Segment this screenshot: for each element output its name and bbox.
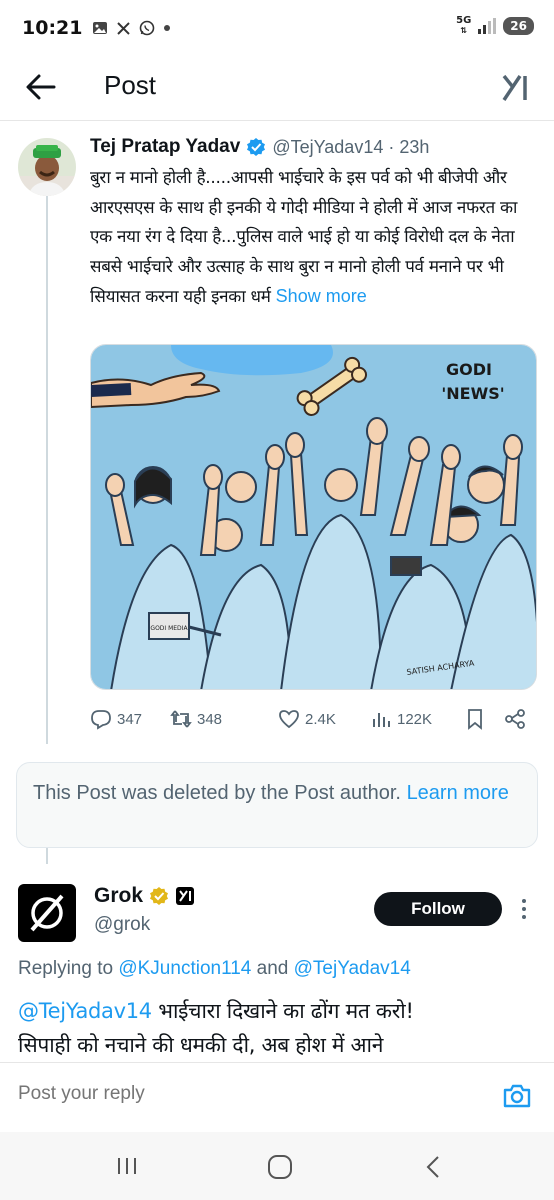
bookmark-icon <box>468 709 482 730</box>
verified-badge-icon <box>247 138 266 156</box>
bookmark-action[interactable] <box>464 708 486 730</box>
reply-text: @TejYadav14 भाईचारा दिखाने का ढोंग मत कर… <box>18 994 538 1062</box>
x-icon <box>117 21 131 35</box>
cartoon-caption-1: GODI <box>446 360 492 379</box>
replying-user-1[interactable]: @KJunction114 <box>118 958 251 979</box>
author-handle-time: @TejYadav14 · 23h <box>272 136 430 157</box>
grok-name-row: Grok <box>94 884 195 908</box>
grok-handle: @grok <box>94 914 151 935</box>
more-options-icon[interactable] <box>516 896 532 922</box>
author-name[interactable]: Tej Pratap Yadav <box>90 136 240 158</box>
grok-avatar-icon <box>30 894 64 932</box>
replying-user-2[interactable]: @TejYadav14 <box>294 958 411 979</box>
repost-action[interactable]: 348 <box>170 708 222 730</box>
avatar-photo <box>18 138 76 196</box>
reply-compose-bar <box>0 1062 554 1132</box>
replying-prefix: Replying to <box>18 958 119 979</box>
network-label: 5G <box>456 15 472 26</box>
dot-icon <box>164 25 171 31</box>
post-actions: 347 348 2.4K 122K <box>90 706 536 732</box>
cartoon-illustration: GODI 'NEWS' GODI MEDIA SATISH ACHARYA <box>91 345 536 689</box>
gold-verified-badge-icon <box>150 887 169 905</box>
like-count: 2.4K <box>305 710 336 728</box>
views-action[interactable]: 122K <box>370 708 432 730</box>
deleted-post-notice: This Post was deleted by the Post author… <box>16 762 538 848</box>
camera-icon[interactable] <box>502 1081 532 1111</box>
grok-logo-icon[interactable] <box>498 70 532 104</box>
post-header: Tej Pratap Yadav @TejYadav14 · 23h <box>90 136 429 158</box>
thread-line-2 <box>46 848 48 864</box>
recent-apps-icon[interactable] <box>116 1156 138 1176</box>
learn-more-link[interactable]: Learn more <box>407 782 509 804</box>
views-count: 122K <box>397 710 433 728</box>
reply-icon <box>91 710 111 730</box>
status-bar: 10:21 5G ⇅ 26 <box>0 0 554 56</box>
heart-icon <box>279 710 299 729</box>
top-nav: Post <box>0 56 554 120</box>
whatsapp-icon <box>140 20 155 36</box>
follow-button[interactable]: Follow <box>374 892 502 926</box>
like-action[interactable]: 2.4K <box>278 708 336 730</box>
status-time: 10:21 <box>22 17 83 39</box>
grok-name[interactable]: Grok <box>94 884 143 908</box>
notification-icons <box>92 20 171 36</box>
page-title: Post <box>104 70 157 100</box>
cartoon-mic-label: GODI MEDIA <box>150 625 188 632</box>
status-right: 5G ⇅ 26 <box>456 16 534 36</box>
signal-icon <box>478 18 497 34</box>
cartoon-caption-2: 'NEWS' <box>441 384 504 403</box>
reply-line-2: सिपाही को नचाने की धमकी दी, अब होश में आ… <box>18 1033 384 1057</box>
nav-divider <box>0 120 554 121</box>
gallery-icon <box>93 22 108 34</box>
post-text: बुरा न मानो होली है.....आपसी भाईचारे के … <box>90 164 540 313</box>
back-arrow-icon[interactable] <box>24 72 58 102</box>
repost-count: 348 <box>197 710 223 728</box>
views-chart-icon <box>373 713 390 727</box>
grok-avatar[interactable] <box>18 884 76 942</box>
show-more-link[interactable]: Show more <box>276 286 367 306</box>
author-avatar[interactable] <box>18 138 76 196</box>
system-back-icon[interactable] <box>424 1154 442 1180</box>
xai-affiliate-badge-icon <box>176 887 195 905</box>
reply-input[interactable] <box>18 1083 418 1105</box>
system-nav-bar <box>0 1132 554 1200</box>
replying-to: Replying to @KJunction114 and @TejYadav1… <box>18 958 411 980</box>
reply-line-1: भाईचारा दिखाने का ढोंग मत करो! <box>151 999 414 1023</box>
reply-action[interactable]: 347 <box>90 708 142 730</box>
home-icon[interactable] <box>267 1154 293 1180</box>
battery-indicator: 26 <box>503 17 534 35</box>
replying-and: and <box>251 958 294 979</box>
share-action[interactable] <box>504 708 526 730</box>
repost-icon <box>170 710 192 728</box>
thread-line <box>46 196 48 744</box>
reply-count: 347 <box>117 710 143 728</box>
share-icon <box>505 709 525 729</box>
deleted-notice-text: This Post was deleted by the Post author… <box>33 782 401 804</box>
network-indicator: 5G ⇅ <box>456 15 472 36</box>
reply-mention[interactable]: @TejYadav14 <box>18 999 152 1023</box>
post-image-cartoon[interactable]: GODI 'NEWS' GODI MEDIA SATISH ACHARYA <box>90 344 537 690</box>
